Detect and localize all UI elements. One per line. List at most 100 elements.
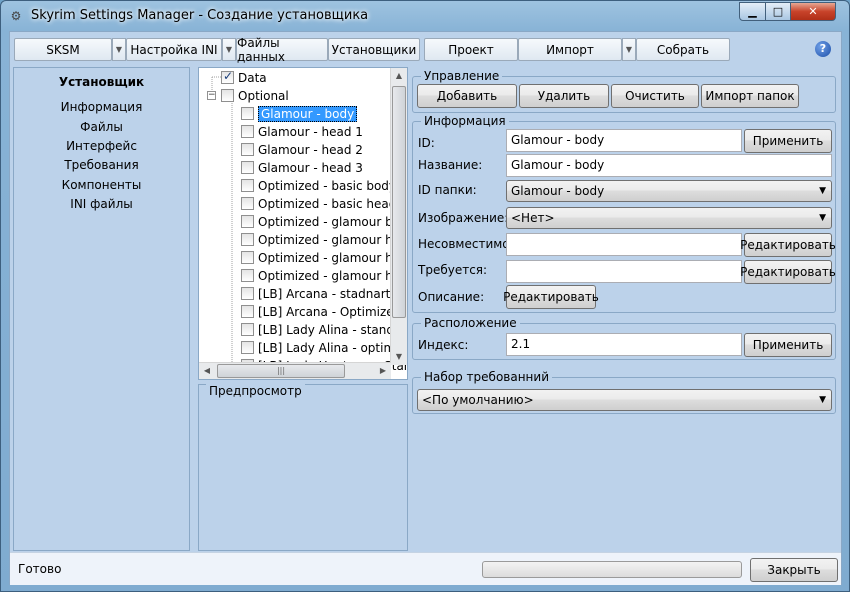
tree-node-checkbox[interactable] <box>241 107 254 120</box>
required-field[interactable] <box>506 260 742 283</box>
help-icon[interactable]: ? <box>815 41 831 57</box>
tree-root-node[interactable]: Data <box>221 69 267 86</box>
tree-node-checkbox[interactable] <box>241 215 254 228</box>
folder-id-label: ID папки: <box>418 183 477 197</box>
edit-incompatible-button[interactable]: Редактировать <box>740 233 836 257</box>
tree-node-label[interactable]: Data <box>238 71 267 85</box>
collapse-icon[interactable]: − <box>207 91 216 100</box>
tree-node[interactable]: Glamour - body <box>241 105 358 122</box>
edit-required-button[interactable]: Редактировать <box>740 260 836 284</box>
tree-node-label[interactable]: Optimized - glamour head <box>258 251 407 265</box>
tree-node-label[interactable]: [LB] Arcana - stadnart <box>258 287 390 301</box>
menu-installers[interactable]: Установщики <box>328 38 420 61</box>
tree-node-label[interactable]: [LB] Lady Alina - standart <box>258 323 407 337</box>
tree-node-label[interactable]: Optimized - glamour head <box>258 269 407 283</box>
close-button[interactable]: Закрыть <box>750 558 838 582</box>
chevron-down-icon[interactable]: ▼ <box>112 38 126 61</box>
folder-id-select[interactable]: Glamour - body ▼ <box>506 180 832 202</box>
tree-horizontal-scrollbar[interactable]: ◀ ||| ▶ <box>199 362 391 379</box>
tree-node-checkbox[interactable] <box>241 125 254 138</box>
edit-description-button[interactable]: Редактировать <box>503 285 599 309</box>
tree-node-label[interactable]: Glamour - body <box>258 105 358 122</box>
import-folders-button[interactable]: Импорт папок <box>701 84 799 108</box>
menu-sksm[interactable]: SKSM <box>14 38 112 61</box>
apply-index-button[interactable]: Применить <box>744 333 832 357</box>
tree-node[interactable]: [LB] Arcana - Optimized <box>241 303 401 320</box>
menu-ini-settings[interactable]: Настройка INI <box>126 38 222 61</box>
requirements-set-group: Набор требованний <По умолчанию> ▼ <box>412 370 836 414</box>
scroll-right-icon[interactable]: ▶ <box>375 363 391 379</box>
tree-node[interactable]: Optimized - glamour head <box>241 249 407 266</box>
menu-project[interactable]: Проект <box>424 38 518 61</box>
close-window-button[interactable]: ✕ <box>790 2 836 21</box>
tree-node-label[interactable]: [LB] Arcana - Optimized <box>258 305 401 319</box>
tree-node-checkbox[interactable] <box>241 179 254 192</box>
scroll-up-icon[interactable]: ▲ <box>391 68 407 84</box>
tree-node-label[interactable]: [LB] Lady Alina - optimized <box>258 341 407 355</box>
tree-node-checkbox[interactable] <box>241 161 254 174</box>
chevron-down-icon[interactable]: ▼ <box>622 38 636 61</box>
tree-node-label[interactable]: Glamour - head 2 <box>258 143 363 157</box>
scroll-thumb[interactable]: ||| <box>217 364 345 378</box>
scroll-down-icon[interactable]: ▼ <box>391 349 407 365</box>
tree-node[interactable]: Optimized - basic body <box>241 177 396 194</box>
tree-node-checkbox[interactable] <box>241 197 254 210</box>
tree-node[interactable]: [LB] Lady Alina - standart <box>241 321 407 338</box>
tree-node-checkbox[interactable] <box>221 89 234 102</box>
tree-node[interactable]: [LB] Lady Alina - optimized <box>241 339 407 356</box>
tree-node-label[interactable]: Optimized - glamour body <box>258 215 407 229</box>
clear-button[interactable]: Очистить <box>611 84 699 108</box>
tree-node-label[interactable]: Glamour - head 1 <box>258 125 363 139</box>
menu-import[interactable]: Импорт <box>518 38 622 61</box>
image-select[interactable]: <Нет> ▼ <box>506 207 832 229</box>
name-field[interactable]: Glamour - body <box>506 154 832 177</box>
tree-root-node[interactable]: Optional <box>221 87 289 104</box>
tree-node-checkbox[interactable] <box>241 323 254 336</box>
incompatible-field[interactable] <box>506 233 742 256</box>
tree-node[interactable]: [LB] Arcana - stadnart <box>241 285 390 302</box>
tree-node[interactable]: Glamour - head 1 <box>241 123 363 140</box>
tree-node-checkbox[interactable] <box>241 341 254 354</box>
title-bar[interactable]: ⚙ Skyrim Settings Manager - Создание уст… <box>1 1 849 31</box>
tree-node-checkbox[interactable] <box>241 251 254 264</box>
tree-node-label[interactable]: Glamour - head 3 <box>258 161 363 175</box>
id-field[interactable]: Glamour - body <box>506 129 742 152</box>
tree-node-checkbox[interactable] <box>241 233 254 246</box>
chevron-down-icon[interactable]: ▼ <box>222 38 236 61</box>
component-tree[interactable]: − Data Optional Glamour - body Glamour - he… <box>198 67 408 380</box>
tree-node-checkbox[interactable] <box>221 69 234 84</box>
delete-button[interactable]: Удалить <box>519 84 609 108</box>
sidebar-item-ini-files[interactable]: INI файлы <box>14 197 189 211</box>
tree-node-checkbox[interactable] <box>241 143 254 156</box>
scroll-left-icon[interactable]: ◀ <box>199 363 215 379</box>
tree-node-checkbox[interactable] <box>241 305 254 318</box>
sidebar-item-interface[interactable]: Интерфейс <box>14 139 189 153</box>
sidebar-item-info[interactable]: Информация <box>14 100 189 114</box>
tree-node[interactable]: Optimized - basic head <box>241 195 396 212</box>
menu-build[interactable]: Собрать <box>636 38 730 61</box>
maximize-button[interactable]: □ <box>765 2 791 21</box>
tree-node-checkbox[interactable] <box>241 269 254 282</box>
sidebar-item-requirements[interactable]: Требования <box>14 158 189 172</box>
scroll-thumb[interactable] <box>392 86 406 318</box>
sidebar-item-components[interactable]: Компоненты <box>14 178 189 192</box>
tree-vertical-scrollbar[interactable]: ▲ ▼ <box>390 68 407 365</box>
tree-node-label[interactable]: Optimized - glamour head <box>258 233 407 247</box>
minimize-button[interactable]: ▁ <box>739 2 766 21</box>
add-button[interactable]: Добавить <box>417 84 517 108</box>
requirements-set-select[interactable]: <По умолчанию> ▼ <box>417 389 832 411</box>
sidebar-item-files[interactable]: Файлы <box>14 120 189 134</box>
tree-node[interactable]: Optimized - glamour head <box>241 231 407 248</box>
tree-node[interactable]: Optimized - glamour head <box>241 267 407 284</box>
tree-node-label[interactable]: Optional <box>238 89 289 103</box>
tree-node[interactable]: Optimized - glamour body <box>241 213 407 230</box>
tree-node[interactable]: Glamour - head 2 <box>241 141 363 158</box>
apply-id-button[interactable]: Применить <box>744 129 832 153</box>
tree-node[interactable]: Glamour - head 3 <box>241 159 363 176</box>
index-field[interactable]: 2.1 <box>506 333 742 356</box>
tree-node-label[interactable]: Optimized - basic head <box>258 197 396 211</box>
tree-node-label[interactable]: Optimized - basic body <box>258 179 396 193</box>
menu-data-files[interactable]: Файлы данных <box>236 36 328 64</box>
tree-node-checkbox[interactable] <box>241 287 254 300</box>
required-label: Требуется: <box>418 263 488 277</box>
